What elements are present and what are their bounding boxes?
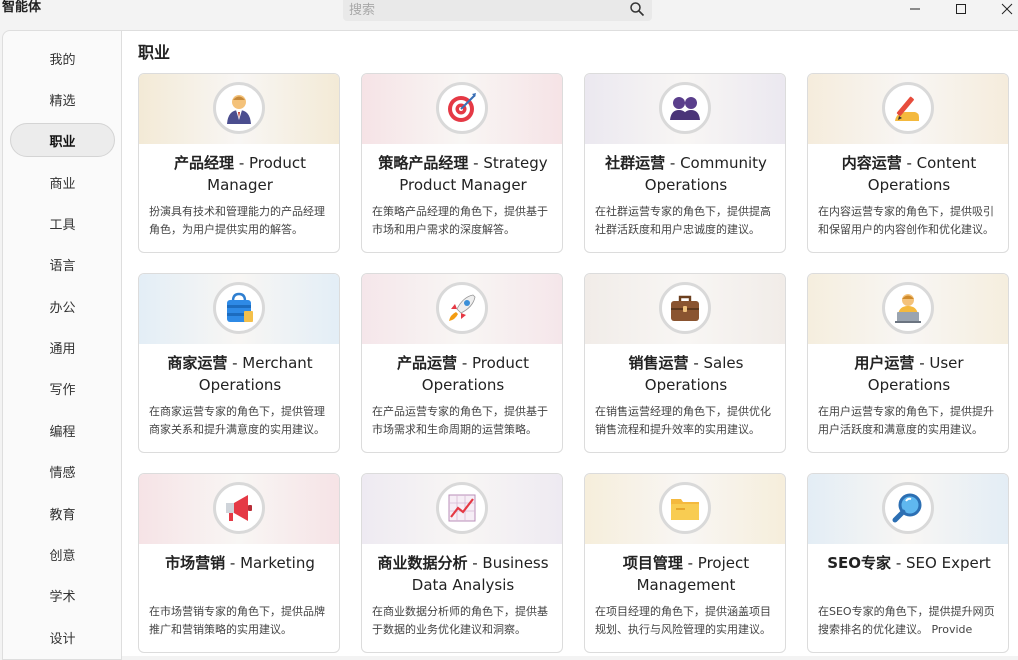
maximize-icon: [956, 4, 966, 14]
card-title: 内容运营 - Content Operations: [816, 152, 1002, 196]
card-title-cn: 策略产品经理: [378, 154, 469, 172]
magnifier-icon: [882, 482, 934, 534]
card-title-cn: 商家运营: [167, 354, 228, 372]
search-box[interactable]: [343, 0, 652, 21]
close-icon: [1001, 3, 1013, 15]
card-title: 产品运营 - Product Operations: [370, 352, 556, 396]
minimize-button[interactable]: [892, 0, 938, 18]
card-title: 项目管理 - Project Management: [593, 552, 779, 596]
agent-card[interactable]: 销售运营 - Sales Operations 在销售运营经理的角色下，提供优化销…: [584, 273, 786, 453]
agent-card[interactable]: 策略产品经理 - Strategy Product Manager 在策略产品经理…: [361, 73, 563, 253]
main-panel: 职业 产品经理 - Product Manager 扮演具有技术和管理能力的产品经…: [122, 30, 1018, 656]
target-icon: [436, 82, 488, 134]
card-title-cn: 产品经理: [174, 154, 235, 172]
sidebar-item[interactable]: 写作: [10, 371, 115, 405]
card-title-en: - SEO Expert: [891, 554, 991, 572]
card-title: 市场营销 - Marketing: [147, 552, 333, 574]
people-icon: [659, 82, 711, 134]
card-title-cn: 商业数据分析: [377, 554, 468, 572]
sidebar-item[interactable]: 精选: [10, 82, 115, 116]
sidebar-item[interactable]: 学术: [10, 578, 115, 612]
sidebar-item[interactable]: 我的: [10, 41, 115, 75]
title-bar: 智能体: [0, 0, 1018, 28]
card-title-cn: 用户运营: [854, 354, 915, 372]
rocket-icon: [436, 282, 488, 334]
app-title: 智能体: [2, 0, 42, 15]
sidebar-item[interactable]: 职业: [10, 123, 115, 157]
agent-card[interactable]: 内容运营 - Content Operations 在内容运营专家的角色下，提供吸…: [807, 73, 1009, 253]
agent-card[interactable]: 商家运营 - Merchant Operations 在商家运营专家的角色下，提供…: [138, 273, 340, 453]
section-title: 职业: [138, 43, 171, 62]
sidebar-item[interactable]: 教育: [10, 496, 115, 530]
card-title: SEO专家 - SEO Expert: [816, 552, 1002, 574]
card-description: 在SEO专家的角色下，提供提升网页搜索排名的优化建议。 Provide: [818, 605, 995, 636]
card-title: 产品经理 - Product Manager: [147, 152, 333, 196]
user-laptop-icon: [882, 282, 934, 334]
card-description: 在策略产品经理的角色下，提供基于市场和用户需求的深度解答。: [372, 205, 548, 236]
sidebar-item[interactable]: 工具: [10, 206, 115, 240]
maximize-button[interactable]: [938, 0, 984, 18]
card-title: 销售运营 - Sales Operations: [593, 352, 779, 396]
briefcase-icon: [659, 282, 711, 334]
agent-card[interactable]: 产品运营 - Product Operations 在产品运营专家的角色下，提供基…: [361, 273, 563, 453]
card-title-cn: 社群运营: [605, 154, 666, 172]
card-description: 在商业数据分析师的角色下，提供基于数据的业务优化建议和洞察。: [372, 605, 548, 636]
card-title-cn: 产品运营: [397, 354, 458, 372]
megaphone-icon: [213, 482, 265, 534]
sidebar-item[interactable]: 创意: [10, 537, 115, 571]
card-title-cn: 销售运营: [628, 354, 689, 372]
card-title: 商家运营 - Merchant Operations: [147, 352, 333, 396]
search-input[interactable]: [349, 0, 609, 20]
card-description: 在社群运营专家的角色下，提供提高社群活跃度和用户忠诚度的建议。: [595, 205, 771, 236]
sidebar-item[interactable]: 设计: [10, 620, 115, 654]
card-description: 在销售运营经理的角色下，提供优化销售流程和提升效率的实用建议。: [595, 405, 771, 436]
agent-card[interactable]: 用户运营 - User Operations 在用户运营专家的角色下，提供提升用户…: [807, 273, 1009, 453]
chart-up-icon: [436, 482, 488, 534]
sidebar-item[interactable]: 情感: [10, 454, 115, 488]
card-title-cn: 内容运营: [841, 154, 902, 172]
card-description: 在内容运营专家的角色下，提供吸引和保留用户的内容创作和优化建议。: [818, 205, 994, 236]
agent-card[interactable]: 社群运营 - Community Operations 在社群运营专家的角色下，提…: [584, 73, 786, 253]
writing-icon: [882, 82, 934, 134]
sidebar-item[interactable]: 通用: [10, 330, 115, 364]
agent-card[interactable]: 项目管理 - Project Management 在项目经理的角色下，提供涵盖项…: [584, 473, 786, 653]
agent-card[interactable]: 产品经理 - Product Manager 扮演具有技术和管理能力的产品经理角色…: [138, 73, 340, 253]
folder-icon: [659, 482, 711, 534]
card-title-cn: SEO专家: [827, 554, 892, 572]
card-description: 在商家运营专家的角色下，提供管理商家关系和提升满意度的实用建议。: [149, 405, 325, 436]
shopping-bag-icon: [213, 282, 265, 334]
manager-icon: [213, 82, 265, 134]
category-sidebar: 我的精选职业商业工具语言办公通用写作编程情感教育创意学术设计: [2, 30, 122, 660]
card-title-en: - Marketing: [225, 554, 315, 572]
card-title-cn: 项目管理: [622, 554, 683, 572]
minimize-icon: [910, 8, 920, 10]
card-description: 在产品运营专家的角色下，提供基于市场需求和生命周期的运营策略。: [372, 405, 548, 436]
card-description: 在市场营销专家的角色下，提供品牌推广和营销策略的实用建议。: [149, 605, 325, 636]
sidebar-item[interactable]: 编程: [10, 413, 115, 447]
agent-card[interactable]: 市场营销 - Marketing 在市场营销专家的角色下，提供品牌推广和营销策略的…: [138, 473, 340, 653]
card-title: 用户运营 - User Operations: [816, 352, 1002, 396]
sidebar-item[interactable]: 语言: [10, 247, 115, 281]
sidebar-item[interactable]: 办公: [10, 289, 115, 323]
close-button[interactable]: [984, 0, 1018, 18]
sidebar-item[interactable]: 商业: [10, 165, 115, 199]
search-icon[interactable]: [629, 1, 645, 17]
card-title: 社群运营 - Community Operations: [593, 152, 779, 196]
card-description: 在用户运营专家的角色下，提供提升用户活跃度和满意度的实用建议。: [818, 405, 994, 436]
card-description: 扮演具有技术和管理能力的产品经理角色，为用户提供实用的解答。: [149, 205, 325, 236]
agent-card[interactable]: 商业数据分析 - Business Data Analysis 在商业数据分析师的…: [361, 473, 563, 653]
card-title-cn: 市场营销: [165, 554, 226, 572]
card-title: 策略产品经理 - Strategy Product Manager: [370, 152, 556, 196]
card-title: 商业数据分析 - Business Data Analysis: [370, 552, 556, 596]
card-description: 在项目经理的角色下，提供涵盖项目规划、执行与风险管理的实用建议。: [595, 605, 771, 636]
agent-card[interactable]: SEO专家 - SEO Expert 在SEO专家的角色下，提供提升网页搜索排名的…: [807, 473, 1009, 653]
